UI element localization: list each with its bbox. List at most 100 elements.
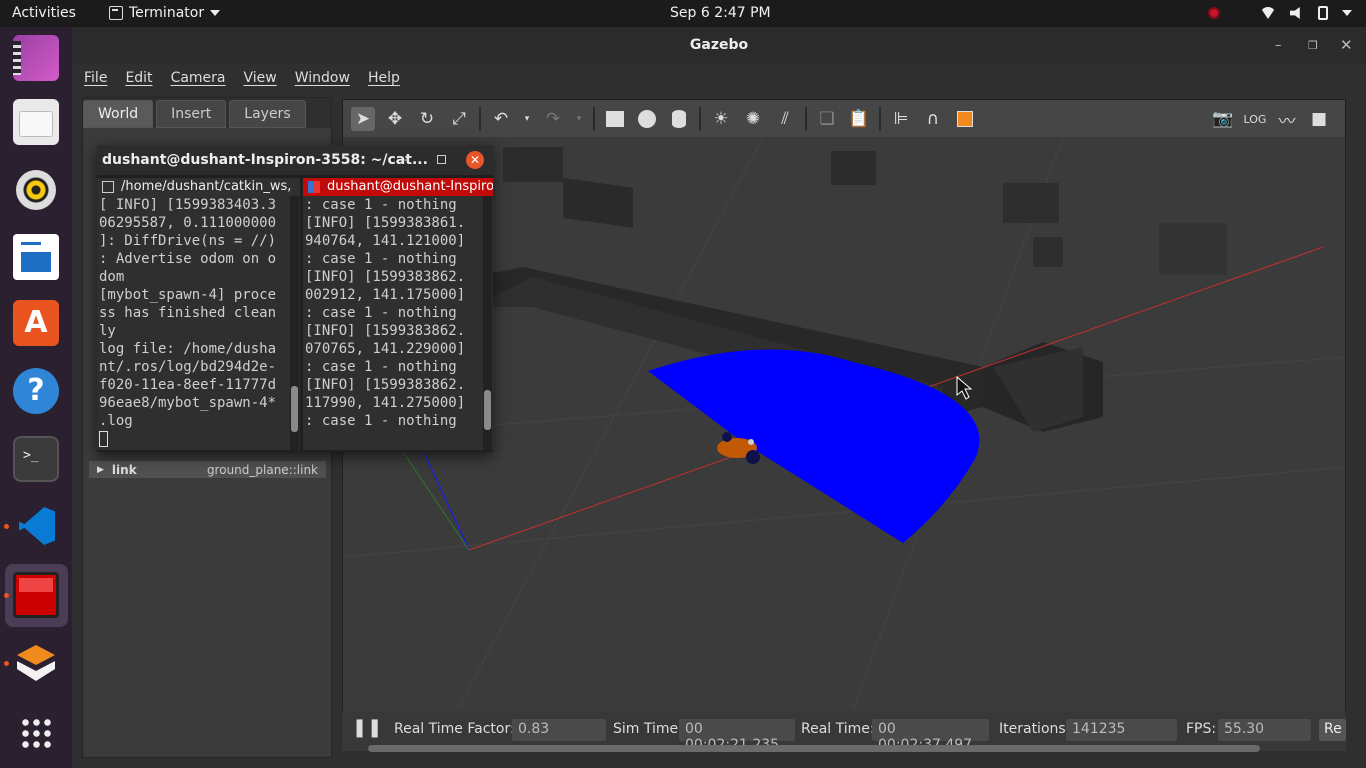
- align-icon[interactable]: ⊫: [889, 107, 913, 131]
- redo-dropdown-icon[interactable]: ▾: [573, 107, 585, 131]
- view-angle-icon[interactable]: [953, 107, 977, 131]
- snap-icon[interactable]: ∩: [921, 107, 945, 131]
- pane-header[interactable]: dushant@dushant-Inspiro: [303, 178, 493, 196]
- terminal-icon[interactable]: >_: [13, 436, 59, 482]
- iterations-field: 141235: [1066, 719, 1177, 741]
- app-grid-icon[interactable]: [13, 711, 59, 757]
- pause-icon[interactable]: ❚❚: [352, 717, 382, 738]
- battery-icon[interactable]: [1318, 6, 1328, 20]
- rotate-mode-icon[interactable]: ↻: [415, 107, 439, 131]
- toolbar-separator: [593, 106, 595, 131]
- undo-dropdown-icon[interactable]: ▾: [521, 107, 533, 131]
- menu-camera[interactable]: Camera: [171, 70, 226, 86]
- scroll-thumb[interactable]: [291, 386, 298, 432]
- translate-mode-icon[interactable]: ✥: [383, 107, 407, 131]
- paste-icon[interactable]: 📋: [847, 107, 871, 131]
- spot-light-icon[interactable]: ✺: [741, 107, 765, 131]
- box-shape-icon[interactable]: [603, 107, 627, 131]
- cylinder-shape-icon[interactable]: [667, 107, 691, 131]
- video-record-icon[interactable]: ■: [1307, 107, 1331, 131]
- terminal-output[interactable]: : case 1 - nothing [INFO] [1599383861. 9…: [303, 196, 493, 430]
- directional-light-icon[interactable]: ⫽: [773, 107, 797, 131]
- point-light-icon[interactable]: ☀: [709, 107, 733, 131]
- terminator-window: dushant@dushant-Inspiron-3558: ~/cat... …: [97, 145, 493, 452]
- running-indicator: [4, 593, 9, 598]
- close-button[interactable]: ✕: [466, 151, 484, 169]
- pane-header[interactable]: /home/dushant/catkin_ws,: [97, 178, 300, 196]
- tab-world[interactable]: World: [83, 100, 154, 128]
- log-icon[interactable]: LOG: [1243, 107, 1267, 131]
- maximize-button[interactable]: [437, 155, 446, 164]
- files-icon[interactable]: [13, 99, 59, 145]
- app-menu[interactable]: Terminator: [109, 5, 221, 21]
- gazebo-icon[interactable]: [13, 639, 59, 685]
- expand-arrow-icon[interactable]: ▶: [97, 465, 104, 475]
- menu-edit[interactable]: Edit: [125, 70, 152, 86]
- videos-icon[interactable]: [13, 35, 59, 81]
- menu-help[interactable]: Help: [368, 70, 400, 86]
- grid-icon: [308, 181, 320, 193]
- scale-mode-icon[interactable]: ⤢: [447, 107, 471, 131]
- activities-button[interactable]: Activities: [12, 5, 76, 21]
- dock: A ? >_: [0, 27, 72, 768]
- running-indicator: [4, 524, 9, 529]
- menu-window[interactable]: Window: [295, 70, 350, 86]
- terminal-pane-right[interactable]: dushant@dushant-Inspiro : case 1 - nothi…: [303, 178, 493, 450]
- vscode-icon[interactable]: [13, 503, 59, 549]
- pane-header-title: /home/dushant/catkin_ws,: [121, 179, 292, 194]
- screenshot-icon[interactable]: 📷: [1211, 107, 1235, 131]
- select-mode-icon[interactable]: ➤: [351, 106, 375, 131]
- horizontal-scrollbar[interactable]: [368, 745, 1260, 752]
- property-value: ground_plane::link: [206, 462, 318, 477]
- help-icon[interactable]: ?: [13, 368, 59, 414]
- scene-toolbar: ➤ ✥ ↻ ⤢ ↶ ▾ ↷ ▾ ☀ ✺ ⫽ ❏ 📋 ⊫ ∩ 📷 LOG 〰 ■: [343, 100, 1345, 137]
- chevron-down-icon: [210, 10, 221, 16]
- terminal-icon: [109, 6, 123, 20]
- rtf-label: Real Time Factor:: [394, 721, 515, 737]
- sphere-shape-icon[interactable]: [635, 107, 659, 131]
- iterations-label: Iterations:: [999, 721, 1071, 737]
- terminator-titlebar[interactable]: dushant@dushant-Inspiron-3558: ~/cat... …: [97, 145, 493, 175]
- reset-button[interactable]: Re: [1319, 719, 1346, 741]
- maximize-button[interactable]: ❐: [1308, 27, 1318, 64]
- menu-view[interactable]: View: [244, 70, 277, 86]
- record-icon[interactable]: [1208, 7, 1220, 19]
- menu-bar: File Edit Camera View Window Help: [72, 64, 1366, 92]
- wifi-icon[interactable]: [1260, 7, 1276, 19]
- plot-icon[interactable]: 〰: [1275, 107, 1299, 132]
- terminal-pane-left[interactable]: /home/dushant/catkin_ws, [ INFO] [159938…: [97, 178, 300, 450]
- grid-icon: [102, 181, 114, 193]
- tab-layers[interactable]: Layers: [229, 100, 306, 128]
- copy-icon[interactable]: ❏: [815, 107, 839, 131]
- terminator-icon[interactable]: [13, 572, 59, 618]
- menu-file[interactable]: File: [84, 70, 107, 86]
- close-button[interactable]: ✕: [1340, 27, 1353, 64]
- window-titlebar[interactable]: Gazebo – ❐ ✕: [72, 27, 1366, 64]
- redo-icon[interactable]: ↷: [541, 107, 565, 131]
- writer-icon[interactable]: [13, 234, 59, 280]
- volume-icon[interactable]: [1290, 7, 1300, 19]
- minimize-button[interactable]: –: [402, 145, 409, 175]
- undo-icon[interactable]: ↶: [489, 107, 513, 131]
- vertical-scrollbar[interactable]: [483, 196, 492, 450]
- panel-tabs: World Insert Layers: [83, 98, 331, 128]
- tab-insert[interactable]: Insert: [156, 100, 227, 128]
- scroll-thumb[interactable]: [484, 390, 491, 430]
- chevron-down-icon[interactable]: [1342, 10, 1352, 16]
- minimize-button[interactable]: –: [1275, 27, 1282, 64]
- toolbar-separator: [479, 106, 481, 131]
- sim-time-label: Sim Time:: [613, 721, 683, 737]
- terminal-text: : case 1 - nothing [INFO] [1599383861. 9…: [305, 197, 466, 429]
- scene-3d[interactable]: [343, 137, 1346, 736]
- pane-header-title: dushant@dushant-Inspiro: [327, 179, 493, 194]
- top-bar: Activities Terminator Sep 6 2:47 PM: [0, 0, 1366, 27]
- rhythmbox-icon[interactable]: [13, 167, 59, 213]
- sim-time-field: 00 00:02:21.235: [679, 719, 795, 753]
- tree-row[interactable]: ▶ link ground_plane::link: [89, 461, 326, 478]
- system-tray[interactable]: [1208, 6, 1352, 20]
- software-icon[interactable]: A: [13, 300, 59, 346]
- terminal-output[interactable]: [ INFO] [1599383403.3 06295587, 0.111000…: [97, 196, 300, 448]
- fps-label: FPS:: [1186, 721, 1217, 737]
- vertical-scrollbar[interactable]: [290, 196, 299, 450]
- clock[interactable]: Sep 6 2:47 PM: [670, 5, 771, 21]
